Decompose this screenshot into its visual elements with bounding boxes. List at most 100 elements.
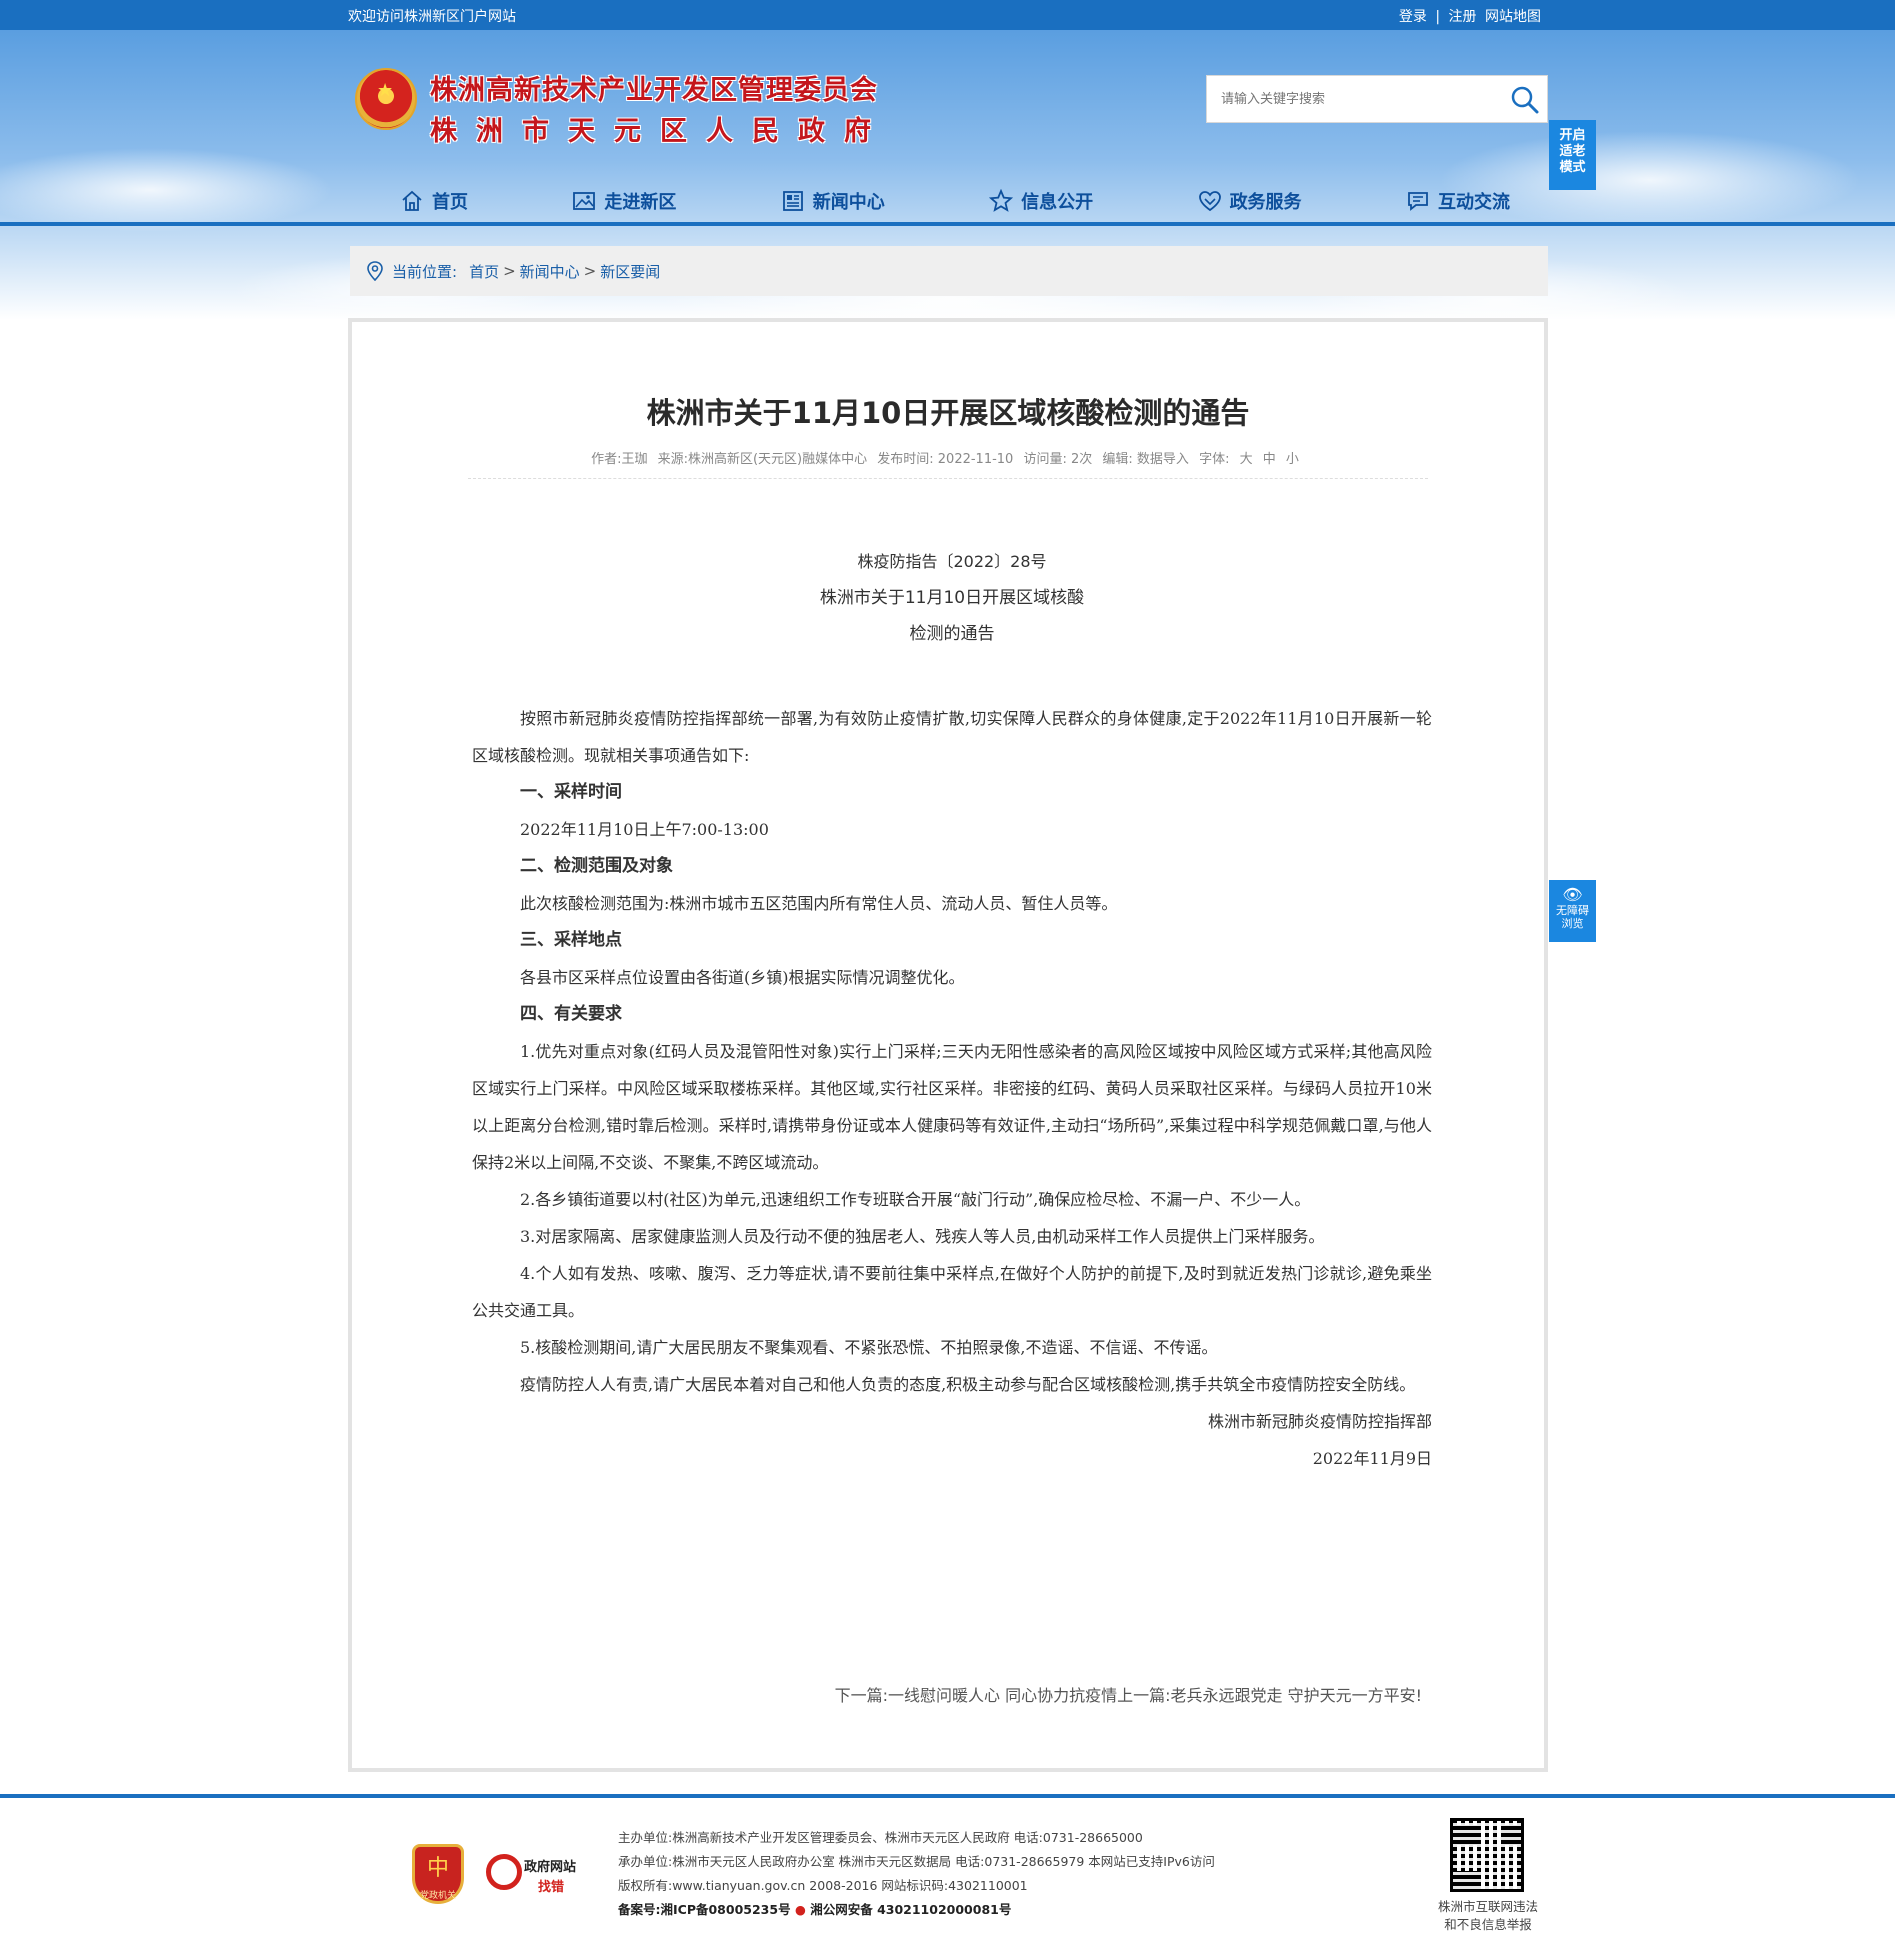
footer-organizer: 承办单位:株洲市天元区人民政府办公室 株洲市天元区数据局 电话:0731-286… [618,1854,1215,1869]
footer-records: 备案号:湘ICP备08005235号 ● 湘公网安备 4302110200008… [618,1898,1215,1922]
prev-label: 上一篇: [1117,1686,1171,1705]
signature: 株洲市新冠肺炎疫情防控指挥部 [1207,1412,1432,1431]
heart-hands-icon [1198,191,1221,212]
news-icon [782,191,803,211]
nav-item-about[interactable]: 走进新区 [572,184,676,218]
search-input[interactable] [1207,76,1497,122]
article-card: 株洲市关于11月10日开展区域核酸检测的通告 作者:王珈 来源:株洲高新区(天元… [348,318,1548,1772]
sign-date: 2022年11月9日 [1312,1449,1432,1468]
site-logo[interactable]: 株洲高新技术产业开发区管理委员会 株洲市天元区人民政府 [430,68,890,148]
breadcrumb-news[interactable]: 新闻中心 [520,261,580,282]
footer-copyright: 版权所有:www.tianyuan.gov.cn 2008-2016 网站标识码… [618,1878,1028,1893]
report-label-line2: 和不良信息举报 [1444,1917,1532,1932]
main-nav: 首页 走进新区 新闻中心 信息公开 政务服务 互动交流 [400,184,1510,218]
breadcrumb-home[interactable]: 首页 [469,261,499,282]
paragraph: 2.各乡镇街道要以村(社区)为单元,迅速组织工作专班联合开展“敲门行动”,确保应… [520,1190,1311,1209]
star-icon [989,189,1014,212]
section-heading: 二、检测范围及对象 [520,856,673,876]
paragraph: 4.个人如有发热、咳嗽、腹泻、乏力等症状,请不要前往集中采样点,在做好个人防护的… [472,1264,1432,1320]
paragraph: 疫情防控人人有责,请广大居民本着对自己和他人负责的态度,积极主动参与配合区域核酸… [520,1375,1416,1394]
nav-label: 新闻中心 [812,192,885,213]
elder-mode-text-3: 模式 [1559,160,1586,175]
nav-item-interaction[interactable]: 互动交流 [1406,184,1510,218]
accessibility-button[interactable]: 👁 无障碍 浏览 [1549,880,1596,942]
font-size-small[interactable]: 小 [1286,452,1299,467]
location-pin-icon [367,261,383,281]
doc-title-line2: 检测的通告 [909,624,995,644]
search-icon [1511,86,1539,114]
search-box [1206,75,1548,123]
paragraph: 按照市新冠肺炎疫情防控指挥部统一部署,为有效防止疫情扩散,切实保障人民群众的身体… [472,709,1432,765]
org-name-line2: 株洲市天元区人民政府 [430,116,890,147]
footer-info: 主办单位:株洲高新技术产业开发区管理委员会、株洲市天元区人民政府 电话:0731… [618,1826,1215,1922]
qr-code-icon[interactable] [1450,1818,1524,1892]
paragraph: 各县市区采样点位设置由各街道(乡镇)根据实际情况调整优化。 [520,968,965,987]
nav-item-services[interactable]: 政务服务 [1198,184,1302,218]
font-size-medium[interactable]: 中 [1263,452,1276,467]
section-heading: 四、有关要求 [520,1004,622,1024]
gov-find-line1: 政府网站 [524,1860,577,1875]
doc-title-line1: 株洲市关于11月10日开展区域核酸 [819,588,1085,608]
chat-icon [1408,192,1428,211]
nav-divider [0,222,1895,226]
elder-mode-text-1: 开启 [1559,128,1586,143]
article-title: 株洲市关于11月10日开展区域核酸检测的通告 [646,396,1250,430]
prev-next-links: 下一篇:一线慰问暖人心 同心协力抗疫情上一篇:老兵永远跟党走 守护天元一方平安! [835,1682,1422,1706]
meta-source: 来源:株洲高新区(天元区)融媒体中心 [657,452,868,467]
paragraph: 此次核酸检测范围为:株洲市城市五区范围内所有常住人员、流动人员、暂住人员等。 [520,894,1118,913]
font-size-large[interactable]: 大 [1240,452,1253,467]
party-badge-text: 党政机关 [419,1891,456,1901]
nav-item-news[interactable]: 新闻中心 [781,184,885,218]
org-name-line1: 株洲高新技术产业开发区管理委员会 [430,75,878,106]
welcome-text: 欢迎访问株洲新区门户网站 [348,9,516,25]
breadcrumb-label: 当前位置: [392,262,458,281]
breadcrumb: 当前位置: 首页 > 新闻中心 > 新区要闻 [350,246,1548,296]
login-link[interactable]: 登录 [1397,9,1429,25]
paragraph: 2022年11月10日上午7:00-13:00 [520,820,769,839]
police-badge-icon: ● [794,1902,806,1917]
footer: 中 党政机关 政府网站 找错 主办单位:株洲高新技术产业开发区管理委员会、株洲市… [0,1798,1895,1952]
paragraph: 1.优先对重点对象(红码人员及混管阳性对象)实行上门采样;三天内无阳性感染者的高… [472,1042,1432,1172]
meta-font-label: 字体: [1199,452,1230,467]
magnifier-icon [486,1854,522,1890]
icp-record-link[interactable]: 备案号:湘ICP备08005235号 [618,1902,791,1917]
eye-icon: 👁 [1562,885,1583,904]
nav-label: 走进新区 [604,192,677,213]
breadcrumb-current[interactable]: 新区要闻 [600,261,660,282]
nav-item-home[interactable]: 首页 [400,184,468,218]
register-link[interactable]: 注册 [1447,9,1479,25]
emblem-star-icon: ★ [377,80,394,101]
sitemap-link[interactable]: 网站地图 [1483,9,1543,25]
nav-item-info[interactable]: 信息公开 [989,184,1093,218]
picture-icon [573,192,596,210]
prev-article-link[interactable]: 老兵永远跟党走 守护天元一方平安! [1170,1686,1422,1705]
doc-number: 株疫防指告〔2022〕28号 [857,552,1047,571]
search-button[interactable] [1509,84,1541,116]
meta-views: 访问量: 2次 [1023,452,1093,467]
party-gov-badge[interactable]: 中 党政机关 [412,1844,464,1904]
meta-date: 发布时间: 2022-11-10 [877,452,1014,467]
meta-editor: 编辑: 数据导入 [1102,452,1189,467]
meta-divider [468,478,1428,479]
breadcrumb-sep: > [503,262,516,280]
top-links: 登录 | 注册 网站地图 [1397,6,1543,26]
report-label-line1: 株洲市互联网违法 [1437,1899,1538,1914]
link-divider: | [1435,9,1441,25]
elder-mode-button[interactable]: 开启 适老 模式 [1549,120,1596,190]
meta-author: 作者:王珈 [591,452,648,467]
article-body: 株疫防指告〔2022〕28号 株洲市关于11月10日开展区域核酸 检测的通告 按… [472,544,1432,1477]
next-article-link[interactable]: 一线慰问暖人心 同心协力抗疫情 [888,1686,1117,1705]
section-heading: 一、采样时间 [520,782,622,802]
accessibility-text-1: 无障碍 [1556,904,1589,917]
party-badge-emblem-icon: 中 [426,1856,449,1881]
nav-label: 首页 [432,192,468,213]
gov-error-report-badge[interactable]: 政府网站 找错 [486,1850,590,1900]
paragraph: 3.对居家隔离、居家健康监测人员及行动不便的独居老人、残疾人等人员,由机动采样工… [520,1227,1325,1246]
gov-find-line2: 找错 [538,1880,565,1895]
police-record-link[interactable]: 湘公网安备 43021102000081号 [810,1902,1011,1917]
report-label[interactable]: 株洲市互联网违法 和不良信息举报 [1426,1898,1550,1934]
home-icon [402,190,422,211]
section-heading: 三、采样地点 [520,930,622,950]
top-bar: 欢迎访问株洲新区门户网站 登录 | 注册 网站地图 [0,0,1895,30]
doc-paragraphs: 按照市新冠肺炎疫情防控指挥部统一部署,为有效防止疫情扩散,切实保障人民群众的身体… [472,700,1432,1477]
